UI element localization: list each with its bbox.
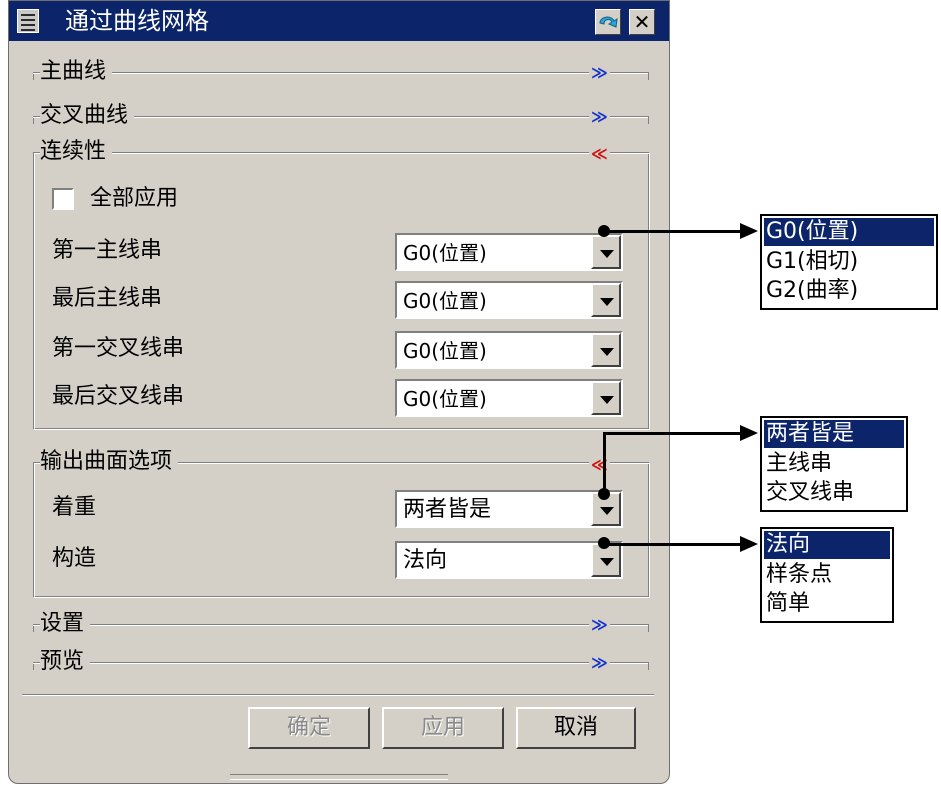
continuity-options-list: G0(位置) G1(相切) G2(曲率) (760, 214, 938, 310)
section-label-settings: 设置 (40, 611, 91, 637)
apply-button[interactable]: 应用 (382, 707, 504, 749)
collapse-chevron-icon[interactable]: ≪ (589, 456, 610, 474)
combo-value: 两者皆是 (403, 497, 492, 522)
menu-icon[interactable] (17, 9, 39, 33)
construction-options-list: 法向 样条点 简单 (760, 527, 894, 623)
first-cross-string-select[interactable]: G0(位置) (395, 331, 623, 369)
list-item[interactable]: G1(相切) (764, 248, 934, 276)
first-cross-string-label: 第一交叉线串 (52, 336, 185, 361)
close-button[interactable]: ✕ (629, 9, 655, 35)
section-label-preview: 预览 (40, 649, 91, 675)
section-label-cross: 交叉曲线 (40, 103, 135, 129)
collapse-chevron-icon[interactable]: ≪ (589, 145, 610, 163)
chevron-down-icon[interactable] (591, 235, 621, 269)
refresh-arrow-icon[interactable] (595, 9, 621, 35)
last-cross-string-label: 最后交叉线串 (52, 384, 185, 409)
emphasis-select[interactable]: 两者皆是 (395, 490, 623, 528)
combo-value: 法向 (403, 548, 448, 573)
list-item[interactable]: G2(曲率) (764, 277, 934, 305)
ok-button[interactable]: 确定 (248, 707, 370, 749)
list-item[interactable]: 两者皆是 (764, 420, 904, 448)
resize-grip[interactable] (230, 774, 448, 780)
section-label-continuity: 连续性 (40, 139, 113, 165)
emphasis-label: 着重 (52, 495, 97, 520)
last-primary-string-label: 最后主线串 (52, 286, 163, 311)
apply-all-checkbox[interactable] (52, 188, 74, 210)
list-item[interactable]: 主线串 (764, 450, 904, 478)
combo-value: G0(位置) (403, 339, 487, 363)
emphasis-options-list: 两者皆是 主线串 交叉线串 (760, 416, 908, 512)
divider (22, 694, 654, 696)
list-item[interactable]: 简单 (764, 590, 890, 618)
expand-chevron-icon[interactable]: ≫ (589, 64, 610, 82)
expand-chevron-icon[interactable]: ≫ (589, 616, 610, 634)
last-primary-string-select[interactable]: G0(位置) (395, 281, 623, 319)
last-cross-string-select[interactable]: G0(位置) (395, 379, 623, 417)
list-item[interactable]: 样条点 (764, 561, 890, 589)
title-bar[interactable]: 通过曲线网格 ✕ (9, 1, 669, 41)
combo-value: G0(位置) (403, 387, 487, 411)
list-item[interactable]: 交叉线串 (764, 479, 904, 507)
expand-chevron-icon[interactable]: ≫ (589, 108, 610, 126)
chevron-down-icon[interactable] (591, 381, 621, 415)
list-item[interactable]: 法向 (764, 531, 890, 559)
chevron-down-icon[interactable] (591, 333, 621, 367)
apply-all-label: 全部应用 (90, 186, 179, 211)
chevron-down-icon[interactable] (591, 283, 621, 317)
combo-value: G0(位置) (403, 241, 487, 265)
list-item[interactable]: G0(位置) (764, 218, 934, 246)
cancel-button[interactable]: 取消 (516, 707, 636, 749)
first-primary-string-select[interactable]: G0(位置) (395, 233, 623, 271)
section-label-output: 输出曲面选项 (40, 449, 179, 475)
construction-label: 构造 (52, 546, 97, 571)
construction-select[interactable]: 法向 (395, 541, 623, 579)
expand-chevron-icon[interactable]: ≫ (589, 654, 610, 672)
first-primary-string-label: 第一主线串 (52, 238, 163, 263)
window-title: 通过曲线网格 (65, 7, 209, 35)
section-label-primary: 主曲线 (40, 59, 113, 85)
combo-value: G0(位置) (403, 289, 487, 313)
